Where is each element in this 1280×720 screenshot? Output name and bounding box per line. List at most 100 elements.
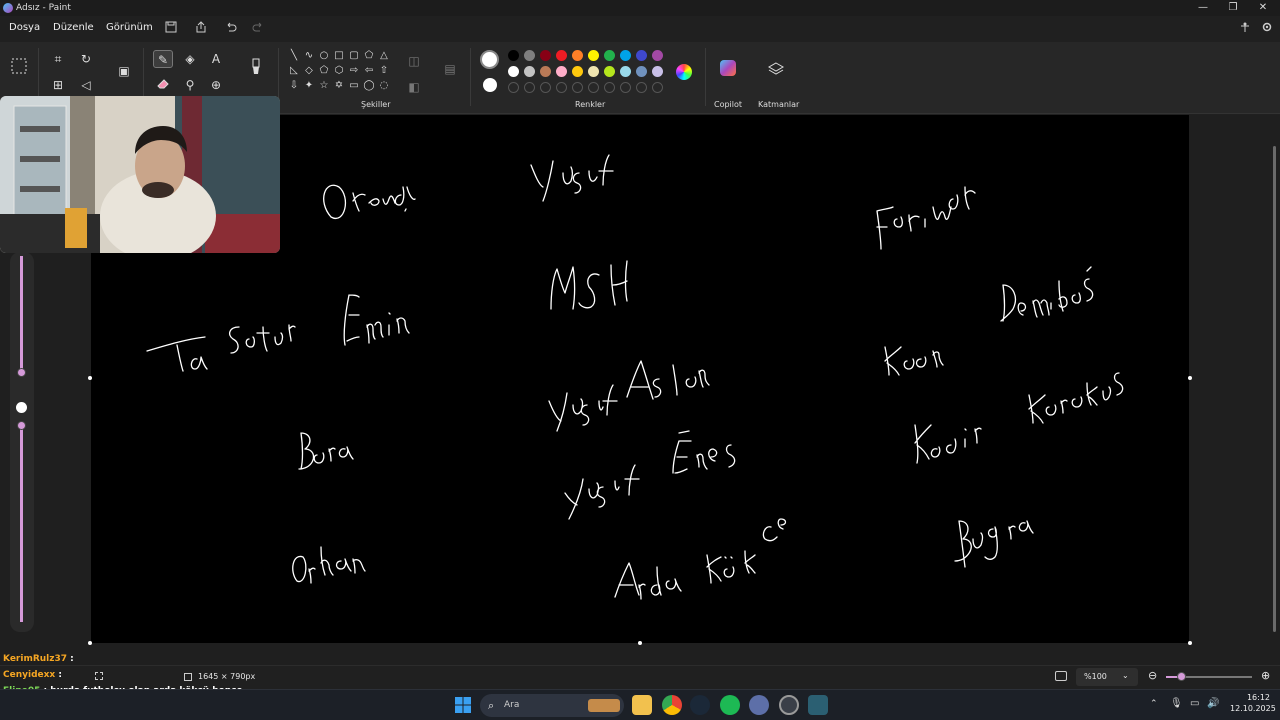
zoom-dropdown[interactable]: %100 ⌄ [1076,668,1138,686]
menu-edit[interactable]: Düzenle [53,22,94,33]
undo-icon[interactable] [222,20,240,38]
color-swatch[interactable] [524,66,535,77]
layers-label[interactable]: Katmanlar [758,100,799,109]
obs-icon[interactable] [779,695,799,715]
custom-color-slot[interactable] [572,82,583,93]
hexagon-shape-icon[interactable]: ⬡ [333,65,345,77]
selection-tool-icon[interactable] [9,58,29,76]
color-swatch[interactable] [604,50,615,61]
app-icon[interactable] [749,695,769,715]
volume-icon[interactable]: 🔊 [1207,698,1219,709]
fit-to-window-icon[interactable] [1055,671,1067,681]
color-picker-icon[interactable]: ⚲ [180,76,200,94]
copilot-icon[interactable] [720,60,736,76]
share-icon[interactable] [192,20,210,38]
color-swatch[interactable] [572,50,583,61]
color-swatch[interactable] [540,50,551,61]
paint-taskbar-icon[interactable] [808,695,828,715]
oval-shape-icon[interactable]: ○ [318,50,330,62]
color-swatch[interactable] [652,66,663,77]
accessibility-icon[interactable] [1236,20,1254,38]
size-slider-track[interactable] [20,256,23,372]
color-swatch[interactable] [508,66,519,77]
color-swatch[interactable] [604,66,615,77]
canvas-resize-handle-bottom-right[interactable] [1188,641,1192,645]
five-point-star-icon[interactable]: ☆ [318,80,330,92]
color-swatch[interactable] [652,50,663,61]
custom-color-slot[interactable] [652,82,663,93]
fill-icon[interactable]: ◧ [404,78,424,96]
color-swatch[interactable] [556,66,567,77]
flip-icon[interactable]: ◁ [76,76,96,94]
rectangle-shape-icon[interactable]: □ [333,50,345,62]
color-swatch[interactable] [572,66,583,77]
canvas-resize-handle-right[interactable] [1188,376,1192,380]
up-arrow-shape-icon[interactable]: ⇧ [378,65,390,77]
taskbar-search-input[interactable]: ⌕ Ara [480,694,624,717]
minimize-button[interactable]: — [1188,0,1218,16]
color-swatch[interactable] [588,66,599,77]
custom-color-slot[interactable] [636,82,647,93]
eraser-icon[interactable] [153,76,173,94]
maximize-button[interactable]: ❐ [1218,0,1248,16]
size-slider-thumb[interactable] [17,368,26,377]
custom-color-slot[interactable] [556,82,567,93]
clock[interactable]: 16:12 12.10.2025 [1230,693,1276,713]
shape-style-icon[interactable]: ▤ [440,60,460,78]
color-swatch[interactable] [508,50,519,61]
color-swatch[interactable] [636,66,647,77]
show-hidden-icons-chevron[interactable]: ⌃ [1150,699,1158,709]
edit-colors-icon[interactable] [676,64,692,80]
callout-oval-icon[interactable]: ◯ [363,80,375,92]
four-point-star-icon[interactable]: ✦ [303,80,315,92]
menu-view[interactable]: Görünüm [106,22,153,33]
resize-icon[interactable]: ⊞ [48,76,68,94]
steam-icon[interactable] [690,695,710,715]
windows-start-icon[interactable] [453,695,473,715]
line-shape-icon[interactable]: ╲ [288,50,300,62]
six-point-star-icon[interactable]: ✡ [333,80,345,92]
custom-color-slot[interactable] [604,82,615,93]
custom-color-slot[interactable] [524,82,535,93]
image-generator-icon[interactable]: ▣ [114,62,134,80]
opacity-slider-thumb[interactable] [17,421,26,430]
zoom-in-icon[interactable]: ⊕ [1261,669,1270,682]
color-swatch[interactable] [620,66,631,77]
canvas-resize-handle-bottom[interactable] [638,641,642,645]
crop-icon[interactable]: ⌗ [48,50,68,68]
opacity-slider-track[interactable] [20,422,23,622]
zoom-out-icon[interactable]: ⊖ [1148,669,1157,682]
secondary-color-swatch[interactable] [483,78,497,92]
diamond-shape-icon[interactable]: ◇ [303,65,315,77]
zoom-slider-thumb[interactable] [1177,672,1186,681]
callout-cloud-icon[interactable]: ◌ [378,80,390,92]
text-tool-icon[interactable]: A [206,50,226,68]
canvas-resize-handle-bottom-left[interactable] [88,641,92,645]
right-arrow-shape-icon[interactable]: ⇨ [348,65,360,77]
color-swatch[interactable] [556,50,567,61]
down-arrow-shape-icon[interactable]: ⇩ [288,80,300,92]
magnifier-icon[interactable]: ⊕ [206,76,226,94]
redo-icon[interactable] [249,20,267,38]
primary-color-swatch[interactable] [480,50,499,69]
copilot-label[interactable]: Copilot [714,100,742,109]
brushes-icon[interactable] [246,58,266,76]
rotate-icon[interactable]: ↻ [76,50,96,68]
network-icon[interactable]: ▭ [1190,698,1199,709]
settings-gear-icon[interactable] [1258,20,1276,38]
close-button[interactable]: ✕ [1248,0,1278,16]
color-swatch[interactable] [588,50,599,61]
custom-color-slot[interactable] [620,82,631,93]
color-swatch[interactable] [540,66,551,77]
right-triangle-shape-icon[interactable]: ◺ [288,65,300,77]
outline-icon[interactable]: ◫ [404,52,424,70]
color-swatch[interactable] [636,50,647,61]
menu-file[interactable]: Dosya [9,22,40,33]
vertical-scrollbar[interactable] [1273,146,1276,632]
spotify-icon[interactable] [720,695,740,715]
color-swatch[interactable] [620,50,631,61]
polygon-shape-icon[interactable]: ⬠ [363,50,375,62]
file-explorer-icon[interactable] [632,695,652,715]
custom-color-slot[interactable] [588,82,599,93]
canvas-resize-handle-left[interactable] [88,376,92,380]
